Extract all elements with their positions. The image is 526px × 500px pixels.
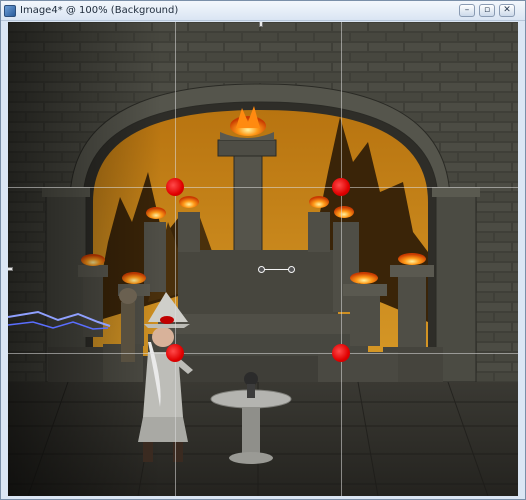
pivot-rotate-dot[interactable]: [288, 266, 295, 273]
title-bar[interactable]: Image4* @ 100% (Background) – ▫ ✕: [1, 1, 525, 21]
image-canvas[interactable]: [8, 22, 518, 496]
rotation-pivot-handle[interactable]: [258, 266, 296, 274]
pivot-center-dot[interactable]: [258, 266, 265, 273]
image-window: Image4* @ 100% (Background) – ▫ ✕: [0, 0, 526, 500]
window-title: Image4* @ 100% (Background): [20, 5, 179, 16]
warp-control-point[interactable]: [166, 344, 184, 362]
guide-line-horizontal[interactable]: [8, 353, 518, 354]
scene-artwork: [8, 22, 518, 496]
warp-control-point[interactable]: [166, 178, 184, 196]
guide-line-vertical[interactable]: [175, 22, 176, 496]
maximize-button[interactable]: ▫: [479, 4, 495, 17]
close-button[interactable]: ✕: [499, 4, 515, 17]
left-resize-handle[interactable]: [8, 267, 13, 271]
guide-line-vertical[interactable]: [341, 22, 342, 496]
warp-control-point[interactable]: [332, 178, 350, 196]
image-document-icon: [4, 5, 16, 17]
guide-line-horizontal[interactable]: [8, 187, 518, 188]
minimize-button[interactable]: –: [459, 4, 475, 17]
top-resize-handle[interactable]: [259, 22, 263, 27]
warp-control-point[interactable]: [332, 344, 350, 362]
